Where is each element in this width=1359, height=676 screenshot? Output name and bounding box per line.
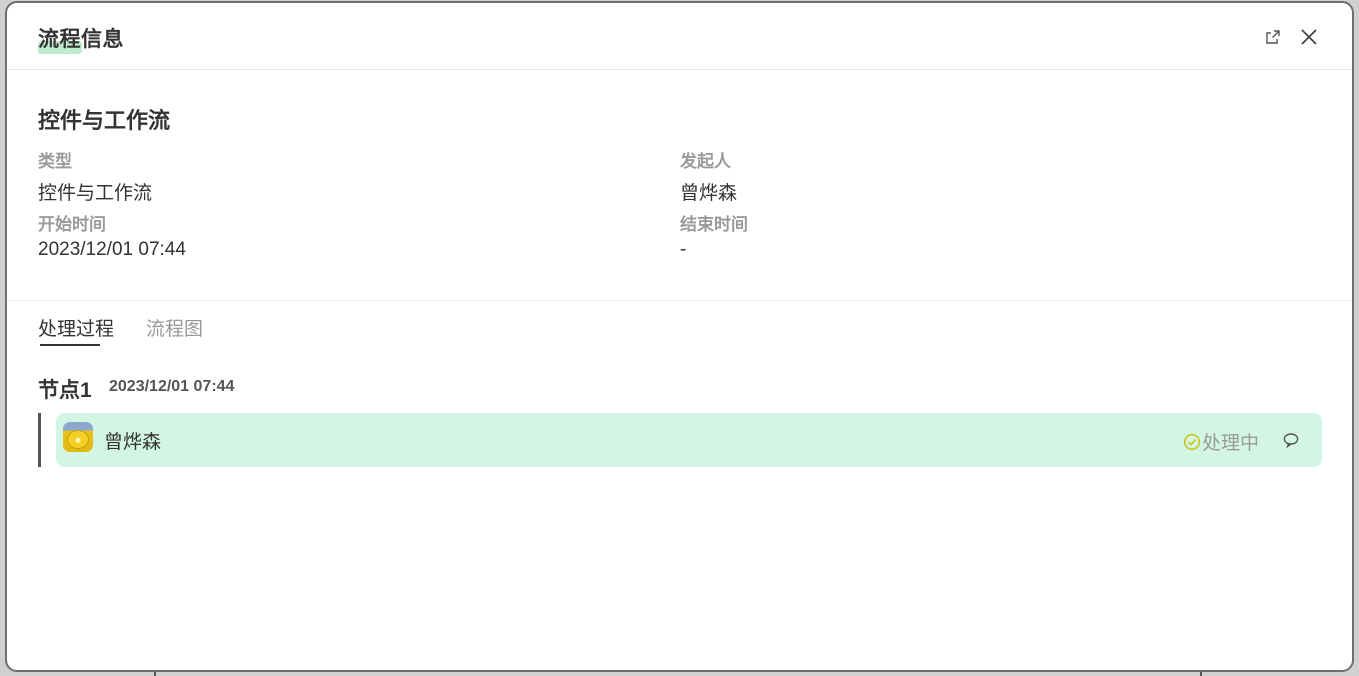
dialog-header: 流程信息 bbox=[7, 3, 1352, 70]
start-time-label: 开始时间 bbox=[38, 215, 106, 234]
status-text: 处理中 bbox=[1202, 433, 1260, 454]
node-timeline-bar bbox=[38, 413, 41, 467]
status-badge: 处理中 bbox=[1183, 428, 1259, 455]
external-link-icon[interactable] bbox=[1261, 25, 1285, 49]
handler-name: 曾烨森 bbox=[104, 432, 162, 453]
active-tab-indicator bbox=[40, 344, 100, 346]
avatar-image bbox=[67, 430, 89, 449]
initiator-label: 发起人 bbox=[680, 152, 731, 171]
process-info-dialog: 流程信息 控件与工作流 类型 控件与工作流 发起人 曾烨森 开始时间 2023/… bbox=[5, 1, 1354, 672]
dialog-title: 流程信息 bbox=[38, 28, 124, 51]
avatar bbox=[63, 422, 93, 452]
process-name: 控件与工作流 bbox=[38, 108, 171, 133]
end-time-value: - bbox=[680, 239, 687, 260]
start-time-value: 2023/12/01 07:44 bbox=[38, 239, 186, 260]
check-circle-icon bbox=[1183, 433, 1201, 451]
comment-icon[interactable] bbox=[1282, 431, 1300, 449]
node-time: 2023/12/01 07:44 bbox=[109, 378, 235, 395]
type-value: 控件与工作流 bbox=[38, 183, 153, 204]
initiator-value: 曾烨森 bbox=[680, 183, 738, 204]
handler-row: 曾烨森 处理中 bbox=[56, 413, 1322, 467]
close-icon[interactable] bbox=[1297, 25, 1321, 49]
node-title: 节点1 bbox=[38, 379, 92, 402]
section-divider bbox=[7, 300, 1352, 301]
end-time-label: 结束时间 bbox=[680, 215, 748, 234]
tab-process[interactable]: 处理过程 bbox=[38, 314, 114, 341]
tab-flowchart[interactable]: 流程图 bbox=[146, 314, 203, 341]
type-label: 类型 bbox=[38, 152, 72, 171]
